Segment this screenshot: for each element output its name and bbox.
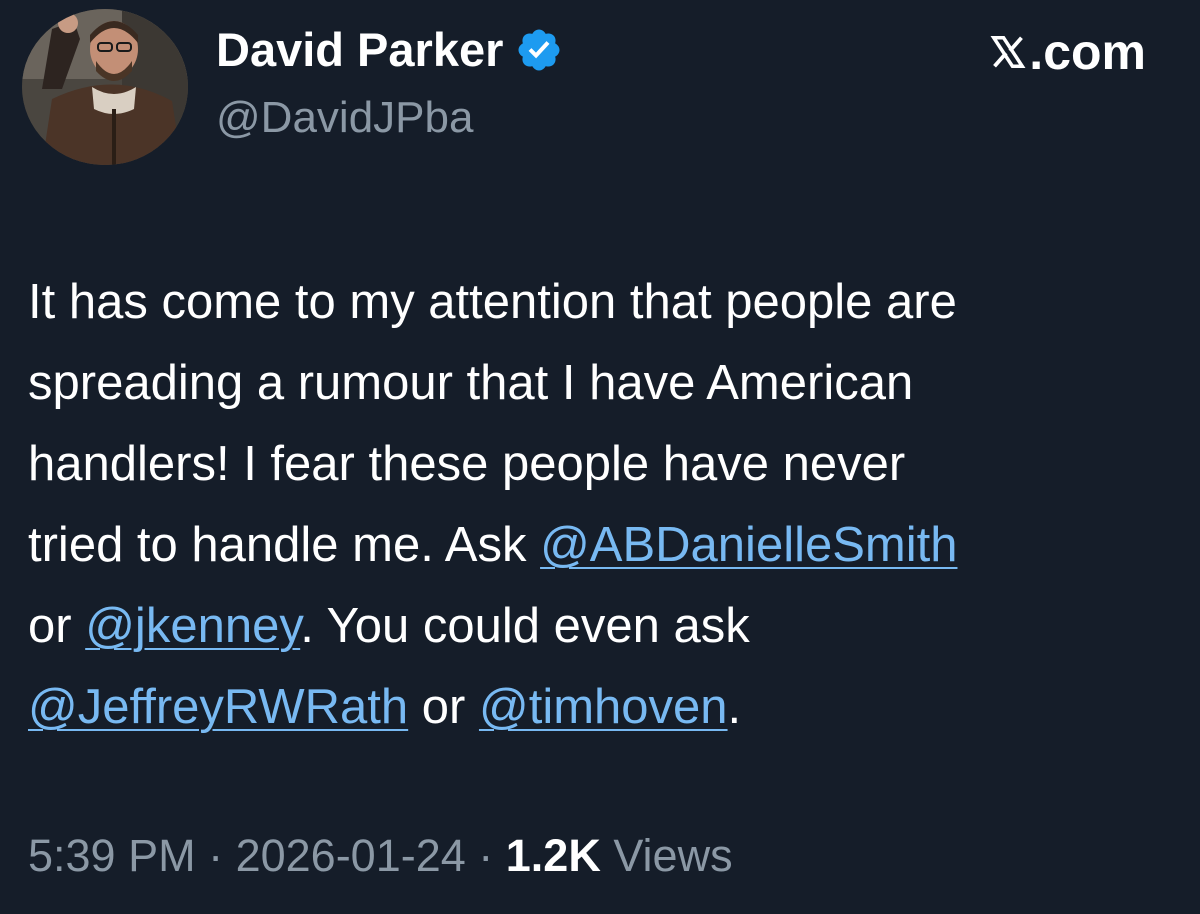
views-count: 1.2K <box>505 830 601 881</box>
avatar-image <box>22 9 188 165</box>
meta-separator: · <box>465 830 506 881</box>
user-handle[interactable]: @DavidJPba <box>216 92 473 144</box>
tweet-text-line: or @jkenney. You could even ask <box>28 586 1178 667</box>
verified-badge-icon <box>518 29 560 71</box>
views-label: Views <box>600 830 733 881</box>
mention-link[interactable]: @jkenney <box>85 599 300 653</box>
tweet-meta: 5:39 PM · 2026-01-24 · 1.2K Views <box>28 826 733 886</box>
tweet-time[interactable]: 5:39 PM <box>28 830 196 881</box>
display-name-label[interactable]: David Parker <box>216 22 503 78</box>
tweet-text-segment: or <box>28 599 86 653</box>
tweet-text-line: It has come to my attention that people … <box>28 262 1178 343</box>
tweet-text-line: tried to handle me. Ask @ABDanielleSmith <box>28 505 1178 586</box>
tweet-card: David Parker @DavidJPba .com It has come… <box>0 0 1200 914</box>
tweet-text-line: spreading a rumour that I have American <box>28 343 1178 424</box>
mention-link[interactable]: @JeffreyRWRath <box>28 680 408 734</box>
tweet-text-line: @JeffreyRWRath or @timhoven. <box>28 667 1178 748</box>
tweet-text-segment: It has come to my attention that people … <box>28 275 957 329</box>
brand-label: .com <box>1029 24 1146 80</box>
mention-link[interactable]: @timhoven <box>479 680 728 734</box>
brand-watermark: .com <box>989 24 1146 80</box>
tweet-date[interactable]: 2026-01-24 <box>236 830 466 881</box>
tweet-text-segment: handlers! I fear these people have never <box>28 437 906 491</box>
avatar[interactable] <box>22 9 188 165</box>
tweet-text-segment: or <box>408 680 479 734</box>
display-name[interactable]: David Parker <box>216 22 563 78</box>
meta-separator: · <box>195 830 236 881</box>
tweet-text-segment: tried to handle me. Ask <box>28 518 541 572</box>
tweet-text-segment: spreading a rumour that I have American <box>28 356 914 410</box>
tweet-text-segment: . <box>727 680 742 734</box>
tweet-text-segment: . You could even ask <box>300 599 750 653</box>
mention-link[interactable]: @ABDanielleSmith <box>540 518 957 572</box>
tweet-text: It has come to my attention that people … <box>28 262 1178 748</box>
x-logo-icon <box>990 36 1026 68</box>
tweet-text-line: handlers! I fear these people have never <box>28 424 1178 505</box>
